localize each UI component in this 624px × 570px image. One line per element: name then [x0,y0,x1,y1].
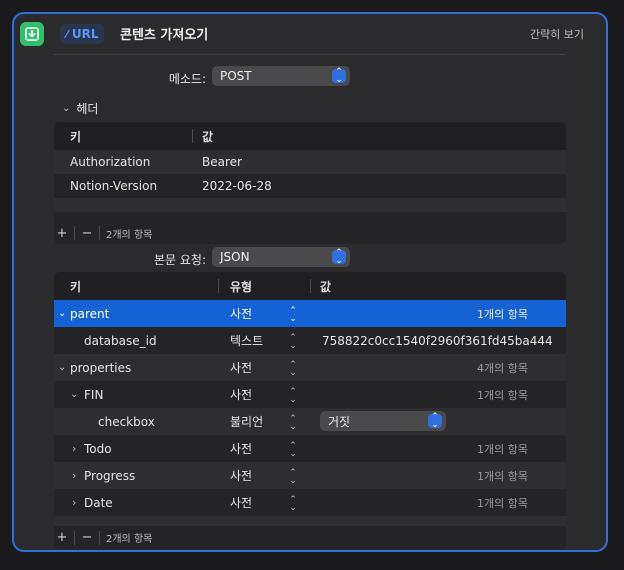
header-key[interactable]: Authorization [70,155,150,169]
table-row[interactable]: Notion-Version 2022-06-28 [54,174,566,198]
remove-icon[interactable]: − [79,226,95,241]
table-row[interactable]: Authorization Bearer [54,150,566,174]
chevron-down-icon[interactable]: ⌄ [58,362,66,373]
body-request-select[interactable]: JSON ⌃ ⌄ [212,247,350,267]
chevron-down-icon[interactable]: ⌄ [58,308,66,319]
row-type[interactable]: 사전 [230,359,252,376]
row-value: 4개의 항목 [477,361,528,375]
empty-row [54,198,566,212]
get-contents-action-card: ⁄ URL 콘텐츠 가져오기 간략히 보기 메소드: POST ⌃ ⌄ ⌄ 헤더 … [12,12,608,552]
chevron-up-down-icon[interactable]: ⌃ ⌄ [288,415,298,432]
boolean-value: 거짓 [328,414,351,429]
remove-icon[interactable]: − [79,530,95,545]
row-value: 1개의 항목 [477,496,528,510]
table-row-parent[interactable]: ⌄ parent 사전 ⌃ ⌄ 1개의 항목 [54,300,566,327]
method-label: 메소드: [168,72,206,86]
headers-label: 헤더 [76,102,99,116]
chevron-down-icon[interactable]: ⌄ [70,389,78,400]
header-value[interactable]: 2022-06-28 [202,179,272,193]
action-title: 콘텐츠 가져오기 [120,28,209,43]
row-value[interactable]: 758822c0cc1540f2960f361fd45ba444 [322,334,553,348]
chevron-up-down-icon[interactable]: ⌃ ⌄ [288,469,298,486]
method-select[interactable]: POST ⌃ ⌄ [212,66,350,86]
chevron-right-icon[interactable]: › [72,496,76,509]
row-key[interactable]: database_id [84,334,157,348]
chevron-right-icon[interactable]: › [72,469,76,482]
row-value: 1개의 항목 [477,388,528,402]
row-type[interactable]: 사전 [230,440,252,457]
chevron-up-down-icon[interactable]: ⌃ ⌄ [288,496,298,513]
add-icon[interactable]: + [54,530,70,545]
row-type[interactable]: 텍스트 [230,332,263,349]
headers-table-header: 키 값 [54,122,566,150]
header-key[interactable]: Notion-Version [70,179,157,193]
body-table: 키 유형 값 ⌄ parent 사전 ⌃ ⌄ 1개의 항목 database_id… [54,272,566,549]
method-value: POST [220,69,252,83]
row-type[interactable]: 사전 [230,305,252,322]
url-variable-tag[interactable]: ⁄ URL [60,24,105,44]
chevron-up-down-icon: ⌃ ⌄ [332,68,346,85]
body-count: 2개의 항목 [106,534,153,545]
row-type[interactable]: 사전 [230,467,252,484]
headers-footer: + − 2개의 항목 [54,222,566,244]
row-key[interactable]: properties [70,361,131,375]
header-value[interactable]: Bearer [202,155,242,169]
headers-count: 2개의 항목 [106,229,153,241]
column-type: 유형 [230,279,253,294]
row-type[interactable]: 불리언 [230,413,263,430]
table-row[interactable]: › Progress 사전 ⌃ ⌄ 1개의 항목 [54,462,566,489]
empty-row [54,516,566,526]
chevron-up-down-icon[interactable]: ⌃ ⌄ [288,361,298,378]
body-request-label: 본문 요청: [153,253,206,267]
row-type[interactable]: 사전 [230,494,252,511]
chevron-down-icon: ⌄ [62,103,71,114]
row-key[interactable]: Date [84,496,113,510]
download-icon[interactable] [20,22,44,46]
column-key: 키 [70,129,82,144]
chevron-up-down-icon: ⌃ ⌄ [332,249,346,266]
row-value: 1개의 항목 [477,442,528,456]
chevron-up-down-icon: ⌃ ⌄ [428,413,442,430]
column-value: 값 [320,279,332,294]
row-key[interactable]: Progress [84,469,135,483]
headers-table: 키 값 Authorization Bearer Notion-Version … [54,122,566,244]
table-row[interactable]: ⌄ properties 사전 ⌃ ⌄ 4개의 항목 [54,354,566,381]
row-value: 1개의 항목 [477,469,528,483]
row-key[interactable]: checkbox [98,415,155,429]
table-row[interactable]: › Todo 사전 ⌃ ⌄ 1개의 항목 [54,435,566,462]
link-icon: ⁄ [66,27,68,41]
table-row[interactable]: checkbox 불리언 ⌃ ⌄ 거짓 ⌃ ⌄ [54,408,566,435]
column-value: 값 [202,129,214,144]
chevron-up-down-icon[interactable]: ⌃ ⌄ [288,442,298,459]
chevron-right-icon[interactable]: › [72,442,76,455]
boolean-select[interactable]: 거짓 ⌃ ⌄ [320,411,446,431]
body-footer: + − 2개의 항목 [54,526,566,549]
url-tag-label: URL [71,27,99,41]
column-key: 키 [70,279,82,294]
divider [54,54,566,55]
table-row[interactable]: database_id 텍스트 ⌃ ⌄ 758822c0cc1540f2960f3… [54,327,566,354]
chevron-up-down-icon[interactable]: ⌃ ⌄ [288,388,298,405]
chevron-up-down-icon[interactable]: ⌃ ⌄ [288,334,298,351]
row-type[interactable]: 사전 [230,386,252,403]
row-key[interactable]: Todo [84,442,112,456]
add-icon[interactable]: + [54,226,70,241]
chevron-up-down-icon[interactable]: ⌃ ⌄ [288,307,298,324]
table-row[interactable]: ⌄ FIN 사전 ⌃ ⌄ 1개의 항목 [54,381,566,408]
row-key[interactable]: FIN [84,388,103,402]
body-table-header: 키 유형 값 [54,272,566,300]
show-less-button[interactable]: 간략히 보기 [530,26,584,42]
table-row[interactable]: › Date 사전 ⌃ ⌄ 1개의 항목 [54,489,566,516]
row-value: 1개의 항목 [477,307,528,321]
row-key[interactable]: parent [70,307,109,321]
body-request-value: JSON [220,250,250,264]
headers-toggle[interactable]: ⌄ 헤더 [62,100,98,117]
